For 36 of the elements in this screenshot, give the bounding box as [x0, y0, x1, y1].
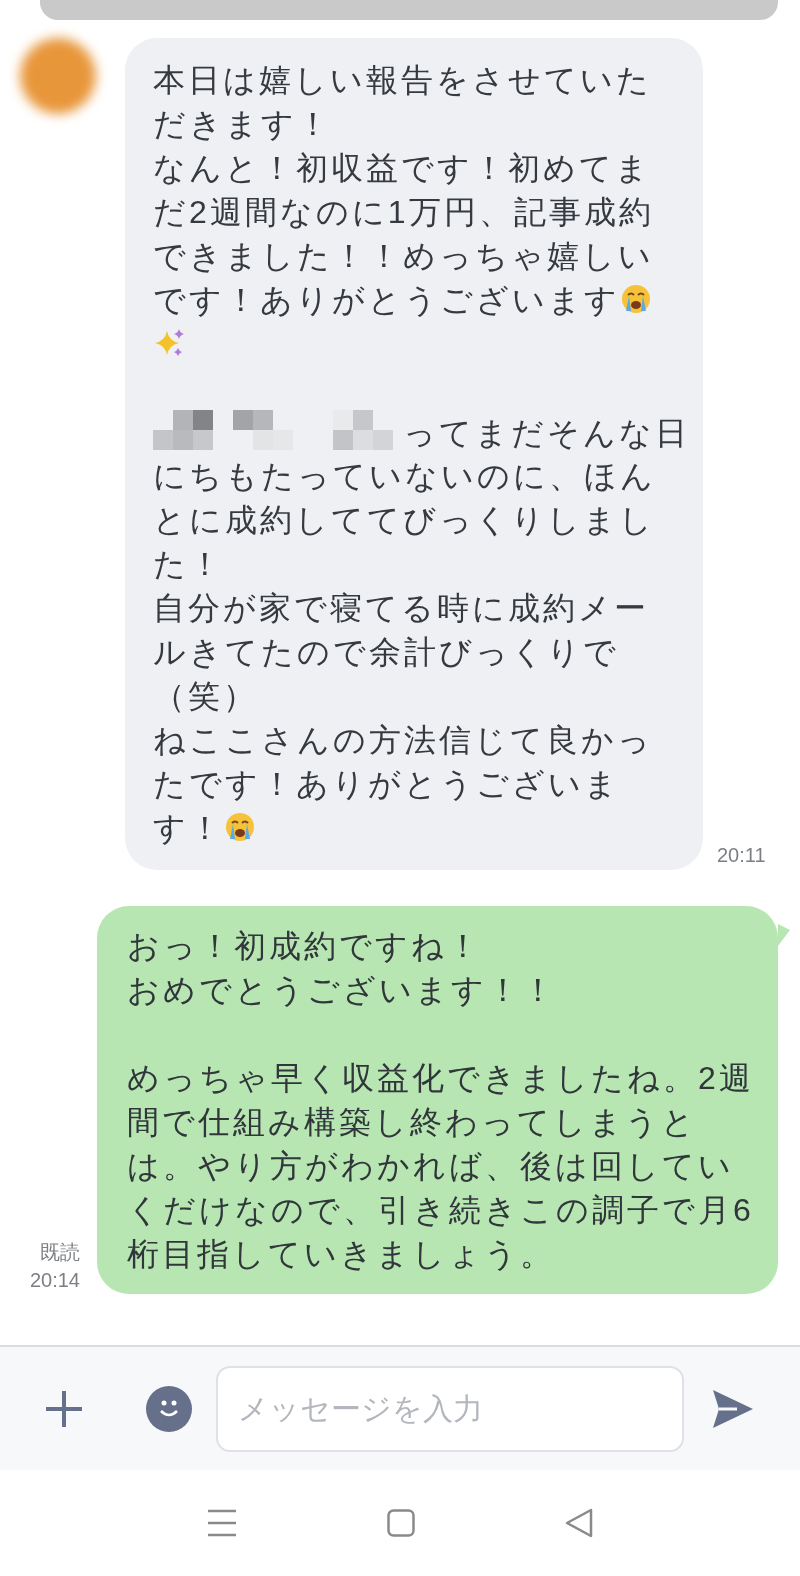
message-text: だきます！ — [153, 106, 332, 142]
crying-face-icon — [620, 283, 652, 315]
message-text: ねここさんの方法信じて良かっ — [153, 722, 653, 758]
crying-face-icon — [224, 811, 256, 843]
message-text: おめでとうございます！！ — [127, 972, 557, 1008]
plus-icon — [44, 1388, 84, 1429]
message-text: です！ありがとうございます — [153, 282, 620, 318]
message-text: ルきてたので余計びっくりで — [153, 634, 619, 670]
message-text: （笑） — [153, 678, 258, 714]
message-text: めっちゃ早く収益化できましたね。2週 — [127, 1060, 754, 1096]
message-text: 本日は嬉しい報告をさせていた — [153, 62, 652, 98]
menu-icon[interactable] — [207, 1509, 237, 1537]
timestamp: 20:14 — [29, 1268, 80, 1293]
message-text: 自分が家で寝てる時に成約メー — [153, 590, 649, 626]
message-text: 間で仕組み構築し終わってしまうと — [127, 1104, 697, 1140]
message-text: ってまだそんな日 — [403, 415, 690, 451]
message-text: なんと！初収益です！初めてま — [153, 150, 651, 186]
back-icon[interactable] — [565, 1508, 593, 1538]
send-icon — [711, 1387, 755, 1430]
message-text: とに成約しててびっくりしまし — [153, 502, 655, 538]
avatar[interactable] — [20, 38, 96, 114]
message-text: おっ！初成約ですね！ — [127, 928, 482, 964]
message-text: くだけなので、引き続きこの調子で月6 — [127, 1192, 754, 1228]
message-text: できました！！めっちゃ嬉しい — [153, 238, 654, 274]
message-text: す！ — [153, 810, 224, 846]
read-label: 既読 — [40, 1240, 80, 1265]
timestamp: 20:11 — [717, 843, 766, 868]
message-text: にちもたっていないのに、ほん — [153, 458, 656, 494]
home-icon[interactable] — [387, 1509, 415, 1537]
message-text: は。やり方がわかれば、後は回してい — [127, 1148, 734, 1184]
message-text: たです！ありがとうございま — [153, 766, 620, 802]
message-input[interactable]: メッセージを入力 — [216, 1365, 684, 1452]
message-text: た！ — [153, 546, 224, 582]
emoji-button[interactable] — [146, 1385, 192, 1432]
message-text: だ2週間なのに1万円、記事成約 — [153, 194, 654, 230]
message-text: 桁目指していきましょう。 — [127, 1236, 555, 1272]
